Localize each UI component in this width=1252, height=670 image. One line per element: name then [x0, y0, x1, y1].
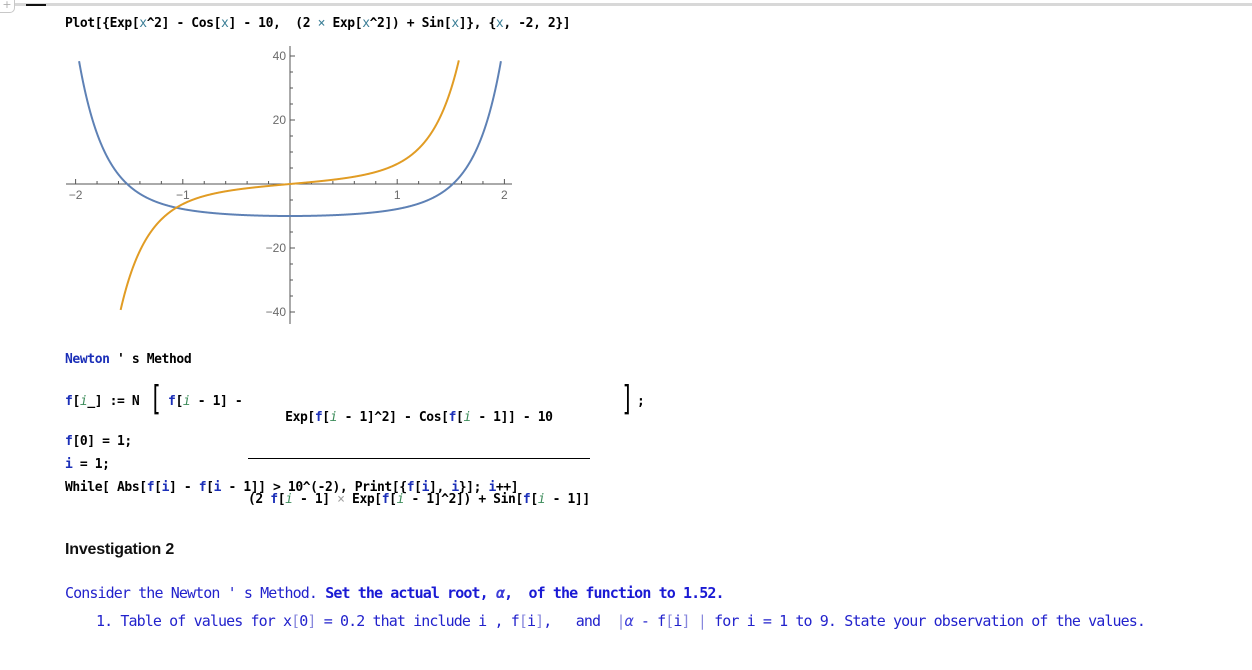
x-tick-label: 1 [394, 188, 401, 202]
right-bracket: ] [622, 379, 631, 419]
alpha-symbol: α [495, 584, 505, 602]
fraction-numerator: Exp[f[i - 1]^2] - Cos[f[i - 1]] - 10 [285, 410, 553, 425]
newton-prev-term: f[i - 1] - [168, 394, 243, 409]
title-newton-word: Newton [65, 352, 110, 367]
init-f0-line[interactable]: f[0] = 1; [65, 434, 132, 449]
y-tick-label: −20 [266, 241, 287, 255]
set-delayed: _] := N [87, 394, 140, 409]
y-tick-label: 40 [273, 49, 287, 63]
plot-output[interactable]: −2 −1 1 2 40 20 −20 −40 [0, 0, 1252, 340]
title-method-words: ' s Method [109, 352, 192, 367]
y-tick-label: −40 [266, 305, 287, 319]
investigation-heading: Investigation 2 [65, 541, 175, 558]
x-tick-label: 2 [501, 188, 508, 202]
semicolon: ; [637, 394, 645, 409]
left-bracket: [ [152, 379, 161, 419]
newton-fraction: Exp[f[i - 1]^2] - Cos[f[i - 1]] - 10 (2 … [248, 380, 590, 522]
init-i-line[interactable]: i = 1; [65, 457, 110, 472]
intro-bold-text: Set the actual root, [317, 584, 496, 602]
function-f: f [65, 394, 73, 409]
newton-definition-lhs[interactable]: f[i_] := N [65, 394, 140, 409]
section-title-newton: Newton ' s Method [65, 352, 192, 367]
investigation-intro: Consider the Newton ' s Method. Set the … [65, 584, 725, 602]
investigation-item-1: 1. Table of values for x[0] = 0.2 that i… [96, 612, 1146, 630]
x-tick-label: −1 [176, 188, 190, 202]
fraction-bar [248, 458, 590, 459]
y-tick-label: 20 [273, 113, 287, 127]
intro-text: Consider the Newton ' s Method. [65, 584, 318, 602]
while-loop-line[interactable]: While[ Abs[f[i] - f[i - 1]] > 10^(-2), P… [65, 480, 519, 495]
intro-bold-text: , of the function to 1.52. [504, 584, 724, 602]
x-tick-label: −2 [69, 188, 83, 202]
